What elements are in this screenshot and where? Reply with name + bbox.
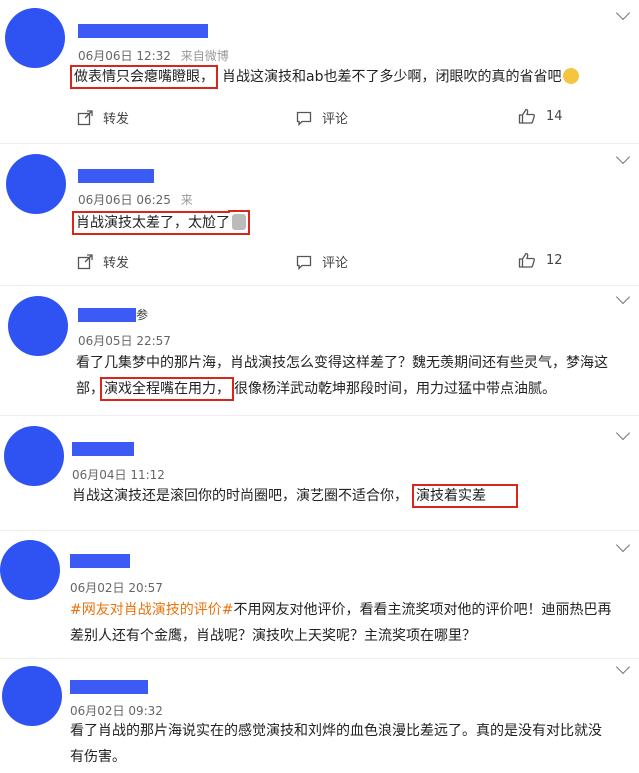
text-segment: 部， xyxy=(76,381,104,397)
chevron-down-icon[interactable] xyxy=(615,659,631,675)
comment-text: 肖战演技太差了，太尬了 xyxy=(72,210,250,236)
comment-icon xyxy=(296,111,312,126)
comment-text-line: 看了肖战的那片海说实在的感觉演技和刘烨的血色浪漫比差远了。真的是没有对比就没 xyxy=(70,723,602,739)
repost-button[interactable]: 转发 xyxy=(77,108,129,127)
chevron-down-icon[interactable] xyxy=(615,537,631,553)
comment-date: 06月06日 12:32 xyxy=(78,49,171,63)
repost-label: 转发 xyxy=(103,112,130,127)
avatar[interactable] xyxy=(6,154,66,214)
divider xyxy=(0,530,639,531)
username-redacted[interactable] xyxy=(78,308,136,322)
repost-button[interactable]: 转发 xyxy=(77,252,129,271)
thumbs-up-icon xyxy=(518,252,535,268)
comment-button[interactable]: 评论 xyxy=(296,108,348,127)
comment-text: #网友对肖战演技的评价#不用网友对他评价，看看主流奖项对他的评价吧！迪丽热巴再 … xyxy=(70,597,611,649)
text-segment: 肖战这演技还是滚回你的时尚圈吧，演艺圈不适合你， xyxy=(72,488,408,504)
highlighted-text: 演技着实差 xyxy=(412,484,518,508)
like-button[interactable]: 14 xyxy=(518,108,563,124)
comment-source: 来自微博 xyxy=(180,49,229,63)
comment-button[interactable]: 评论 xyxy=(296,252,348,271)
comment-source: 来 xyxy=(180,193,193,207)
comment-text-line: 部，演戏全程嘴在用力， 很像杨洋武动乾坤那段时间，用力过猛中带点油腻。 xyxy=(76,376,608,402)
comment-text-line: #网友对肖战演技的评价#不用网友对他评价，看看主流奖项对他的评价吧！迪丽热巴再 xyxy=(70,597,611,623)
avatar[interactable] xyxy=(4,426,64,486)
name-suffix: 参 xyxy=(136,308,149,322)
comment-text: 看了几集梦中的那片海，肖战演技怎么变得这样差了？魏无羡期间还有些灵气，梦海这 部… xyxy=(76,350,608,402)
comment-date: 06月05日 22:57 xyxy=(78,334,171,348)
repost-icon xyxy=(77,253,93,269)
username-redacted[interactable] xyxy=(78,169,154,183)
text-segment: 很像杨洋武动乾坤那段时间，用力过猛中带点油腻。 xyxy=(234,381,556,397)
divider xyxy=(0,143,639,144)
comment-label: 评论 xyxy=(322,256,349,271)
hashtag-link[interactable]: #网友对肖战演技的评价# xyxy=(70,602,233,618)
comment-text: 看了肖战的那片海说实在的感觉演技和刘烨的血色浪漫比差远了。真的是没有对比就没 有… xyxy=(70,718,602,770)
avatar[interactable] xyxy=(5,8,65,68)
avatar[interactable] xyxy=(8,296,68,356)
comment-text-line: 看了几集梦中的那片海，肖战演技怎么变得这样差了？魏无羡期间还有些灵气，梦海这 xyxy=(76,355,608,371)
emoji-icon xyxy=(232,214,246,230)
thumbs-up-icon xyxy=(518,108,535,124)
text-segment: 不用网友对他评价，看看主流奖项对他的评价吧！迪丽热巴再 xyxy=(233,602,612,618)
comment-text-rest: 肖战这演技和ab也差不了多少啊，闭眼吹的真的省省吧 xyxy=(222,69,562,85)
emoji-icon xyxy=(563,68,580,84)
like-count: 12 xyxy=(546,252,563,268)
divider xyxy=(0,285,639,286)
divider xyxy=(0,658,639,659)
comment-text-line: 差别人还有个金鹰，肖战呢？演技吹上天奖呢？主流奖项在哪里？ xyxy=(70,628,476,644)
comment-label: 评论 xyxy=(322,112,349,127)
divider xyxy=(0,415,639,416)
highlighted-text: 演戏全程嘴在用力， xyxy=(100,377,234,401)
username-redacted[interactable] xyxy=(70,554,130,568)
avatar[interactable] xyxy=(0,540,60,600)
avatar[interactable] xyxy=(2,666,62,726)
username-redacted[interactable] xyxy=(72,442,134,456)
highlighted-text: 肖战演技太差了，太尬了 xyxy=(72,211,250,235)
comment-text: 肖战这演技还是滚回你的时尚圈吧，演艺圈不适合你， 演技着实差 xyxy=(72,483,518,509)
username-redacted[interactable] xyxy=(70,680,148,694)
repost-icon xyxy=(77,109,93,125)
repost-label: 转发 xyxy=(103,256,130,271)
comment-icon xyxy=(296,255,312,270)
chevron-down-icon[interactable] xyxy=(615,149,631,165)
comment-date: 06月02日 09:32 xyxy=(70,704,163,718)
chevron-down-icon[interactable] xyxy=(615,5,631,21)
comment-text: 做表情只会瘪嘴瞪眼， 肖战这演技和ab也差不了多少啊，闭眼吹的真的省省吧 xyxy=(70,64,580,90)
like-button[interactable]: 12 xyxy=(518,252,563,268)
comment-text-line: 有伤害。 xyxy=(70,749,126,765)
highlighted-text-content: 肖战演技太差了，太尬了 xyxy=(76,215,230,231)
like-count: 14 xyxy=(546,108,563,124)
username-redacted[interactable] xyxy=(78,24,208,38)
chevron-down-icon[interactable] xyxy=(615,425,631,441)
comment-date: 06月06日 06:25 xyxy=(78,193,171,207)
highlighted-text: 做表情只会瘪嘴瞪眼， xyxy=(70,65,218,89)
comment-date: 06月04日 11:12 xyxy=(72,468,165,482)
chevron-down-icon[interactable] xyxy=(615,289,631,305)
comment-date: 06月02日 20:57 xyxy=(70,581,163,595)
